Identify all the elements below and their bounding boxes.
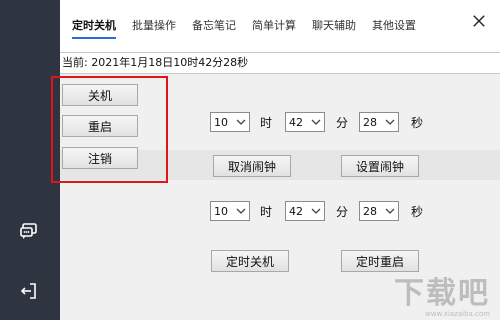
alarm-hour-value: 10 bbox=[214, 115, 228, 129]
minute-unit-label: 分 bbox=[336, 205, 349, 219]
tab-other-settings[interactable]: 其他设置 bbox=[372, 17, 416, 37]
timer-hour-select[interactable]: 10 bbox=[210, 201, 250, 221]
tab-batch-operation[interactable]: 批量操作 bbox=[132, 17, 176, 37]
logout-icon[interactable] bbox=[18, 280, 40, 302]
hour-unit-label: 时 bbox=[260, 116, 273, 130]
chevron-down-icon bbox=[311, 208, 321, 214]
timer-second-select[interactable]: 28 bbox=[359, 201, 399, 221]
chevron-down-icon bbox=[385, 119, 395, 125]
current-time-display: 当前: 2021年1月18日10时42分28秒 bbox=[60, 52, 500, 74]
chevron-down-icon bbox=[311, 119, 321, 125]
tab-memo-notes[interactable]: 备忘笔记 bbox=[192, 17, 236, 37]
tab-simple-calc[interactable]: 简单计算 bbox=[252, 17, 296, 37]
alarm-minute-select[interactable]: 42 bbox=[285, 112, 325, 132]
chevron-down-icon bbox=[236, 208, 246, 214]
timer-minute-value: 42 bbox=[289, 204, 303, 218]
chevron-down-icon bbox=[385, 208, 395, 214]
close-icon[interactable] bbox=[468, 10, 490, 32]
chat-icon[interactable] bbox=[18, 220, 40, 242]
tab-timed-shutdown[interactable]: 定时关机 bbox=[72, 17, 116, 39]
timer-minute-select[interactable]: 42 bbox=[285, 201, 325, 221]
set-alarm-button[interactable]: 设置闹钟 bbox=[341, 155, 419, 177]
timer-hour-value: 10 bbox=[214, 204, 228, 218]
tab-chat-assist[interactable]: 聊天辅助 bbox=[312, 17, 356, 37]
minute-unit-label: 分 bbox=[336, 116, 349, 130]
second-unit-label: 秒 bbox=[411, 205, 424, 219]
power-buttons-highlight bbox=[51, 76, 168, 183]
timed-shutdown-button[interactable]: 定时关机 bbox=[211, 250, 289, 272]
alarm-second-select[interactable]: 28 bbox=[359, 112, 399, 132]
hour-unit-label: 时 bbox=[260, 205, 273, 219]
alarm-second-value: 28 bbox=[363, 115, 377, 129]
watermark-logo: 下载吧 bbox=[394, 276, 490, 311]
chevron-down-icon bbox=[236, 119, 246, 125]
watermark-url: www.xiazaiba.com bbox=[425, 310, 490, 318]
second-unit-label: 秒 bbox=[411, 116, 424, 130]
alarm-hour-select[interactable]: 10 bbox=[210, 112, 250, 132]
alarm-minute-value: 42 bbox=[289, 115, 303, 129]
cancel-alarm-button[interactable]: 取消闹钟 bbox=[213, 155, 291, 177]
timer-second-value: 28 bbox=[363, 204, 377, 218]
tab-bar: 定时关机 批量操作 备忘笔记 简单计算 聊天辅助 其他设置 bbox=[60, 0, 500, 52]
